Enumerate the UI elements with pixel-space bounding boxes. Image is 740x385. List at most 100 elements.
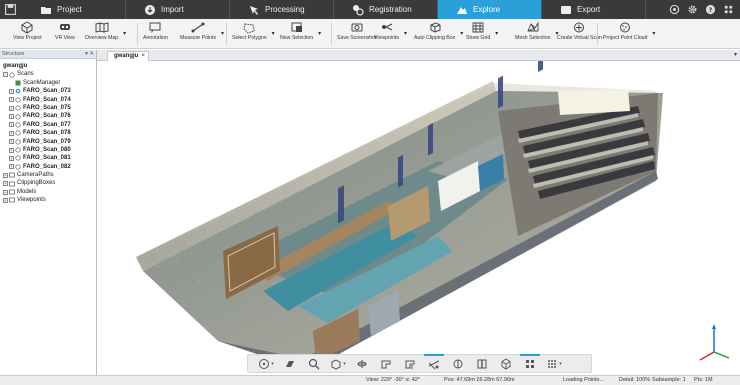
tree-item-scan[interactable]: + FARO_Scan_079 [0,138,96,146]
menu-icon[interactable] [722,3,734,15]
expand-icon[interactable]: + [3,172,8,178]
clipping-box-icon [430,22,441,33]
tab-project[interactable]: Project [22,0,126,19]
show-grid-button[interactable]: Show Grid ▾ [466,21,498,41]
dropdown-arrow-icon[interactable]: ▾ [123,31,126,37]
dropdown-arrow-icon[interactable]: ▾ [495,31,498,37]
expand-icon[interactable]: + [9,130,14,136]
ruler-icon [381,360,391,368]
annotation-button[interactable]: Annotation [143,21,168,41]
density-view-button[interactable] [518,354,542,371]
tab-processing[interactable]: Processing [230,0,334,19]
annotation-icon [149,22,161,33]
tree-item-scan[interactable]: + FARO_Scan_073 [0,87,96,95]
panel-controls[interactable]: ▾ ✕ [85,50,94,59]
document-tab-gwangju[interactable]: gwangju × [107,51,149,61]
dropdown-arrow-icon[interactable]: ▾ [652,31,655,37]
tab-explore[interactable]: Explore [438,0,542,19]
tree-item-label: FARO_Scan_082 [23,163,71,170]
expand-icon[interactable]: + [9,122,14,128]
grid-options-button[interactable]: ▾ [542,356,566,371]
tree-root[interactable]: gwangju [0,62,96,70]
tree-item-scan[interactable]: + FARO_Scan_077 [0,121,96,129]
walk-mode-button[interactable] [278,356,302,371]
sync-icon[interactable] [668,3,680,15]
expand-icon[interactable]: + [3,181,8,187]
height-tool-button[interactable] [398,356,422,371]
tree-item-camerapaths[interactable]: + CameraPaths [0,171,96,179]
tab-import[interactable]: Import [126,0,230,19]
tab-menu-chevron-icon[interactable]: ▾ [734,51,737,58]
expand-icon[interactable]: + [9,164,14,170]
dropdown-arrow-icon[interactable]: ▾ [318,31,321,37]
zoom-button[interactable] [302,356,326,371]
tree-item-scan[interactable]: + FARO_Scan_075 [0,104,96,112]
clipping-plane-button[interactable] [350,356,374,371]
viewpoints-button[interactable]: Viewpoints ▾ [374,21,407,41]
dropdown-arrow-icon[interactable]: ▾ [272,31,275,37]
button-label: VR View [55,35,75,41]
expand-icon[interactable]: + [9,147,14,153]
tab-export[interactable]: Export [542,0,646,19]
tree-item-scan[interactable]: + FARO_Scan_081 [0,154,96,162]
expand-icon[interactable]: + [9,139,14,145]
button-label: Show Grid [466,35,491,41]
tree-item-scan[interactable]: + FARO_Scan_078 [0,129,96,137]
section-view-button[interactable] [470,356,494,371]
tree-item-scan[interactable]: + FARO_Scan_080 [0,146,96,154]
measure-points-button[interactable]: Measure Points ▾ [180,21,224,41]
viewpoints-icon [381,23,392,31]
vr-view-button[interactable]: VR View [55,21,75,41]
button-label: Create Virtual Scan [557,35,602,41]
expand-icon[interactable]: + [9,155,14,161]
scan-manager-icon [15,80,21,86]
tab-registration[interactable]: Registration [334,0,438,19]
tree-item-scanmanager[interactable]: ScanManager [0,79,96,87]
tree-item-label: FARO_Scan_074 [23,96,71,103]
measure-tool-button[interactable] [374,356,398,371]
expand-icon[interactable]: + [3,189,8,195]
tree-item-scans[interactable]: − Scans [0,70,96,78]
tree-item-scan[interactable]: + FARO_Scan_076 [0,112,96,120]
expand-icon[interactable]: + [9,88,14,94]
point-cloud-render[interactable] [98,61,740,375]
overview-map-button[interactable]: Overview Map ▾ [85,21,126,41]
view-project-button[interactable]: View Project [13,21,42,41]
document-tab-label: gwangju [114,53,139,59]
expand-icon[interactable]: + [9,97,14,103]
tree-item-label: FARO_Scan_073 [23,88,71,95]
dropdown-arrow-icon[interactable]: ▾ [404,31,407,37]
help-icon[interactable]: ? [704,3,716,15]
virtual-scan-icon [574,22,585,33]
tree-item-clippingboxes[interactable]: + ClippingBoxes [0,179,96,187]
create-virtual-scan-button[interactable]: Create Virtual Scan [557,21,602,41]
auto-clipping-box-button[interactable]: Auto Clipping Box ▾ [414,21,463,41]
zoom-icon [308,358,320,369]
mesh-selection-button[interactable]: Mesh Selection ▾ [515,21,558,41]
close-icon[interactable]: × [141,52,145,61]
scan-points-button[interactable] [422,354,446,371]
tree-item-models[interactable]: + Models [0,188,96,196]
collapse-icon[interactable]: − [3,72,8,78]
save-screenshot-button[interactable]: Save Screenshot [337,21,377,41]
point-cloud-3d-viewport[interactable] [98,61,740,375]
projection-button[interactable]: ▾ [326,356,350,371]
settings-gear-icon[interactable] [686,3,698,15]
save-app-icon[interactable] [4,3,17,16]
object-view-button[interactable] [494,356,518,371]
tree-item-scan[interactable]: + FARO_Scan_074 [0,96,96,104]
dropdown-arrow-icon[interactable]: ▾ [221,31,224,37]
dropdown-arrow-icon[interactable]: ▾ [460,31,463,37]
expand-icon[interactable]: + [3,197,8,203]
explore-icon [456,4,468,16]
navigation-mode-button[interactable]: ▾ [254,356,278,371]
expand-icon[interactable]: + [9,105,14,111]
expand-icon[interactable]: + [9,114,14,120]
clipping-box-toggle-button[interactable] [446,356,470,371]
new-selection-button[interactable]: New Selection ▾ [280,21,321,41]
tree-item-scan[interactable]: + FARO_Scan_082 [0,163,96,171]
scan-icon [15,105,21,111]
select-polygon-button[interactable]: Select Polygon ▾ [232,21,275,41]
tree-item-viewpoints[interactable]: + Viewpoints [0,196,96,204]
project-point-cloud-button[interactable]: Project Point Cloud ▾ [603,21,655,41]
